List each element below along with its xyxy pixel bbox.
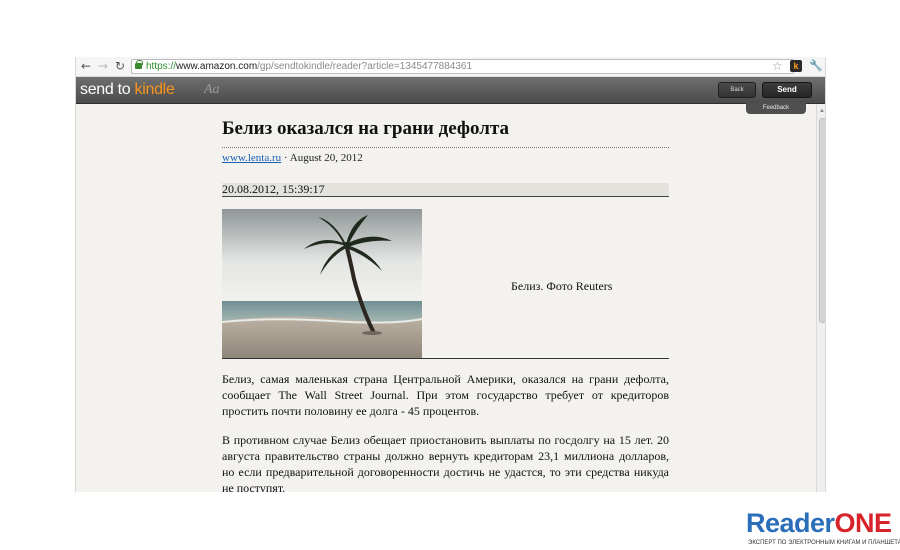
logo-text-reader: Reader — [746, 508, 835, 538]
bookmark-star-icon[interactable]: ☆ — [772, 59, 783, 73]
byline-separator: · — [283, 152, 288, 164]
palm-beach-photo — [222, 209, 422, 359]
address-bar-row: ← → ↻ https://www.amazon.com/gp/sendtoki… — [76, 57, 825, 77]
send-button[interactable]: Send — [762, 82, 812, 98]
readerone-logo: ReaderONE — [746, 508, 892, 538]
browser-window: ← → ↻ https://www.amazon.com/gp/sendtoki… — [75, 57, 826, 492]
send-to-kindle-toolbar: send to kindle Aa Back Send — [76, 77, 825, 104]
article-timestamp: 20.08.2012, 15:39:17 — [222, 183, 669, 197]
scroll-thumb[interactable] — [819, 118, 825, 323]
logo-text-one: ONE — [834, 508, 893, 538]
url-path: /gp/sendtokindle/reader?article=13454778… — [257, 61, 473, 72]
font-settings-button[interactable]: Aa — [204, 81, 220, 99]
feedback-tab[interactable]: Feedback — [746, 103, 806, 114]
image-caption: Белиз. Фото Reuters — [511, 279, 613, 293]
article-photo — [222, 209, 422, 359]
article-title: Белиз оказался на грани дефолта — [222, 118, 510, 139]
vertical-scrollbar[interactable]: ▲ — [816, 104, 825, 492]
back-arrow-icon[interactable]: ← — [79, 59, 93, 73]
source-link[interactable]: www.lenta.ru — [222, 152, 281, 164]
reload-icon[interactable]: ↻ — [113, 59, 127, 73]
article-paragraph: В противном случае Белиз обещает приоста… — [222, 433, 669, 492]
kindle-extension-icon[interactable]: k — [790, 60, 802, 72]
article-byline: www.lenta.ru · August 20, 2012 — [222, 147, 669, 165]
lock-icon — [135, 60, 143, 69]
logo-text-send-to: send to — [80, 81, 135, 98]
url-scheme: https:// — [146, 61, 177, 72]
photo-divider — [222, 358, 669, 359]
readerone-tagline: ЭКСПЕРТ ПО ЭЛЕКТРОННЫМ КНИГАМ И ПЛАНШЕТА… — [748, 540, 900, 546]
send-to-kindle-logo: send to kindle — [80, 79, 175, 101]
logo-text-kindle: kindle — [134, 81, 175, 98]
wrench-icon[interactable]: 🔧 — [809, 59, 823, 73]
scroll-up-arrow-icon[interactable]: ▲ — [819, 108, 825, 114]
address-bar[interactable]: https://www.amazon.com/gp/sendtokindle/r… — [131, 59, 794, 74]
url-host: www.amazon.com — [176, 61, 258, 72]
back-button[interactable]: Back — [718, 82, 756, 98]
forward-arrow-icon[interactable]: → — [96, 59, 110, 73]
article-date: August 20, 2012 — [289, 152, 363, 164]
article-paragraph: Белиз, самая маленькая страна Центрально… — [222, 372, 669, 418]
